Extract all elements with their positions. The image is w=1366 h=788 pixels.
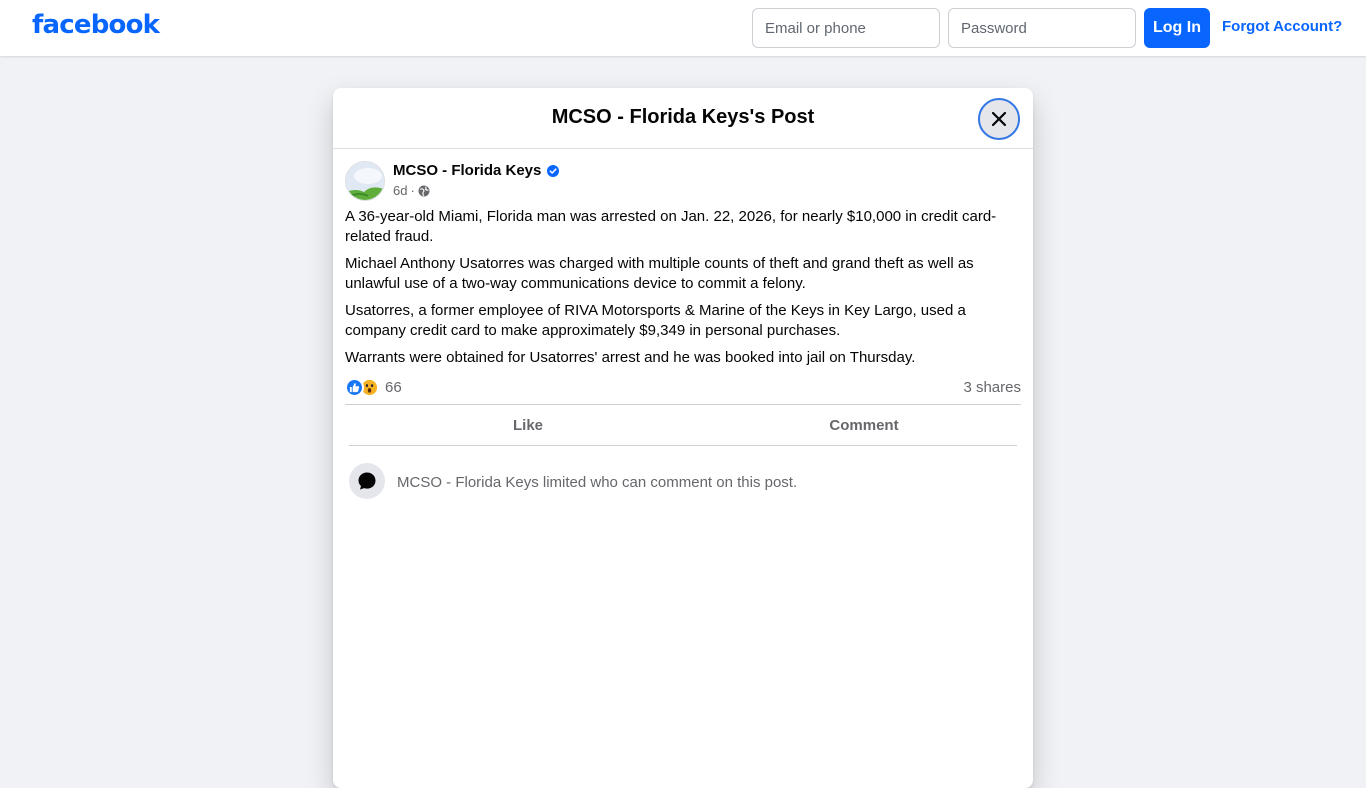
email-or-phone-input[interactable] bbox=[752, 8, 940, 48]
like-button[interactable]: Like bbox=[345, 405, 711, 446]
share-count[interactable]: 3 shares bbox=[963, 379, 1021, 396]
page-avatar[interactable] bbox=[345, 161, 385, 201]
avatar-image bbox=[346, 162, 384, 200]
post-paragraph: A 36-year-old Miami, Florida man was arr… bbox=[345, 208, 997, 245]
close-button[interactable] bbox=[978, 98, 1020, 140]
post-dialog: MCSO - Florida Keys's Post MCSO - Florid… bbox=[333, 88, 1033, 788]
limited-comments-notice: MCSO - Florida Keys limited who can comm… bbox=[397, 474, 798, 491]
facebook-logo[interactable]: facebook bbox=[32, 10, 160, 40]
reaction-summary[interactable]: 66 bbox=[345, 376, 402, 398]
log-in-button[interactable]: Log In bbox=[1144, 8, 1210, 48]
limited-comments-badge bbox=[349, 463, 385, 499]
page-name-link[interactable]: MCSO - Florida Keys bbox=[393, 162, 560, 179]
reaction-count: 66 bbox=[385, 378, 402, 396]
action-bar-divider bbox=[349, 445, 1017, 446]
verified-badge-icon bbox=[547, 164, 560, 177]
post-timestamp[interactable]: 6d bbox=[393, 183, 407, 198]
comment-bubble-icon bbox=[358, 472, 376, 490]
post-paragraph: Usatorres, a former employee of RIVA Mot… bbox=[345, 302, 966, 339]
dialog-title: MCSO - Florida Keys's Post bbox=[551, 106, 815, 128]
meta-separator: · bbox=[410, 183, 415, 198]
post-paragraph: Michael Anthony Usatorres was charged wi… bbox=[345, 255, 974, 292]
globe-icon bbox=[418, 185, 430, 196]
comment-button[interactable]: Comment bbox=[699, 405, 1029, 446]
dialog-header: MCSO - Florida Keys's Post bbox=[333, 88, 1033, 149]
post-meta: 6d · bbox=[393, 183, 430, 198]
like-reaction-icon bbox=[345, 377, 364, 397]
post-text: A 36-year-old Miami, Florida man was arr… bbox=[345, 207, 1021, 375]
post-paragraph: Warrants were obtained for Usatorres' ar… bbox=[345, 349, 916, 366]
close-icon bbox=[991, 111, 1007, 127]
post-action-bar: Like Comment bbox=[345, 404, 1021, 446]
author-name: MCSO - Florida Keys bbox=[393, 162, 542, 179]
forgot-account-link[interactable]: Forgot Account? bbox=[1222, 18, 1342, 35]
top-navigation-bar: facebook Log In Forgot Account? bbox=[0, 0, 1366, 56]
password-input[interactable] bbox=[948, 8, 1136, 48]
